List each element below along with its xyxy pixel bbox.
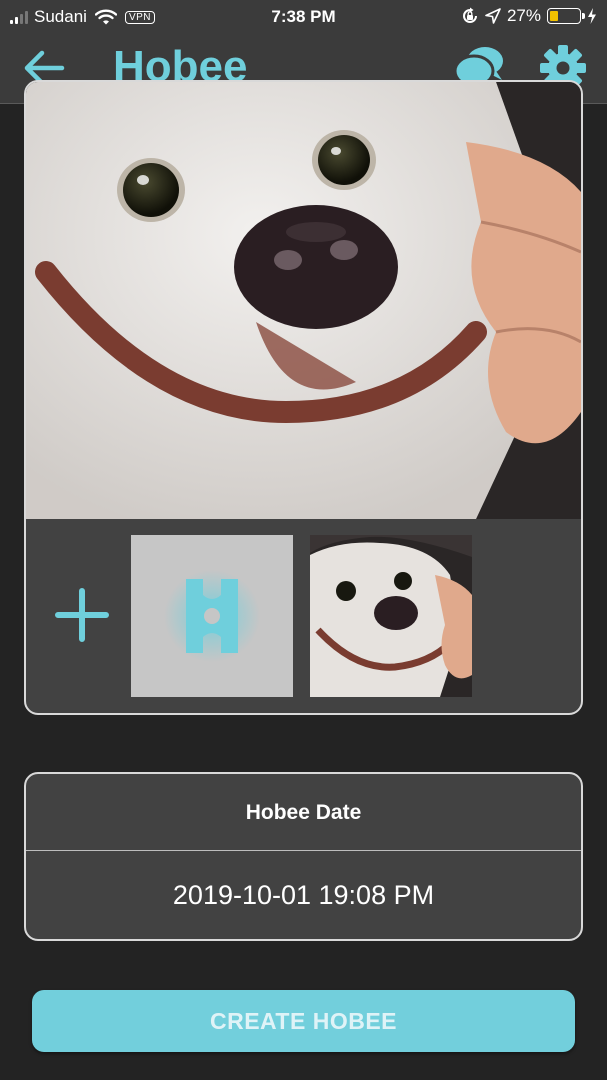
create-hobee-button[interactable]: CREATE HOBEE <box>32 990 575 1052</box>
dog-thumbnail-image <box>310 535 472 697</box>
photo-card <box>24 80 583 715</box>
thumbnail-strip <box>26 519 581 713</box>
create-hobee-label: CREATE HOBEE <box>209 1007 398 1034</box>
thumbnail-hobee-logo[interactable] <box>131 535 293 697</box>
hobee-date-card: Hobee Date 2019-10-01 19:08 PM <box>24 772 583 941</box>
battery-level <box>550 11 558 21</box>
battery-icon <box>547 8 585 24</box>
location-icon <box>485 8 501 24</box>
thumbnail-dog-photo[interactable] <box>310 535 472 697</box>
hobee-date-label: Hobee Date <box>26 774 581 851</box>
main-photo[interactable] <box>26 82 581 519</box>
add-photo-button[interactable] <box>54 587 110 643</box>
status-right: 27% <box>461 6 597 26</box>
lock-rotation-icon <box>463 7 477 23</box>
hobee-date-value[interactable]: 2019-10-01 19:08 PM <box>26 851 581 939</box>
plus-icon <box>55 588 109 642</box>
hobee-logo-icon <box>164 570 260 662</box>
battery-percent: 27% <box>506 6 541 25</box>
dog-photo <box>26 82 581 519</box>
status-bar: Sudani VPN 7:38 PM 27% <box>0 0 607 34</box>
charging-icon <box>588 8 596 24</box>
